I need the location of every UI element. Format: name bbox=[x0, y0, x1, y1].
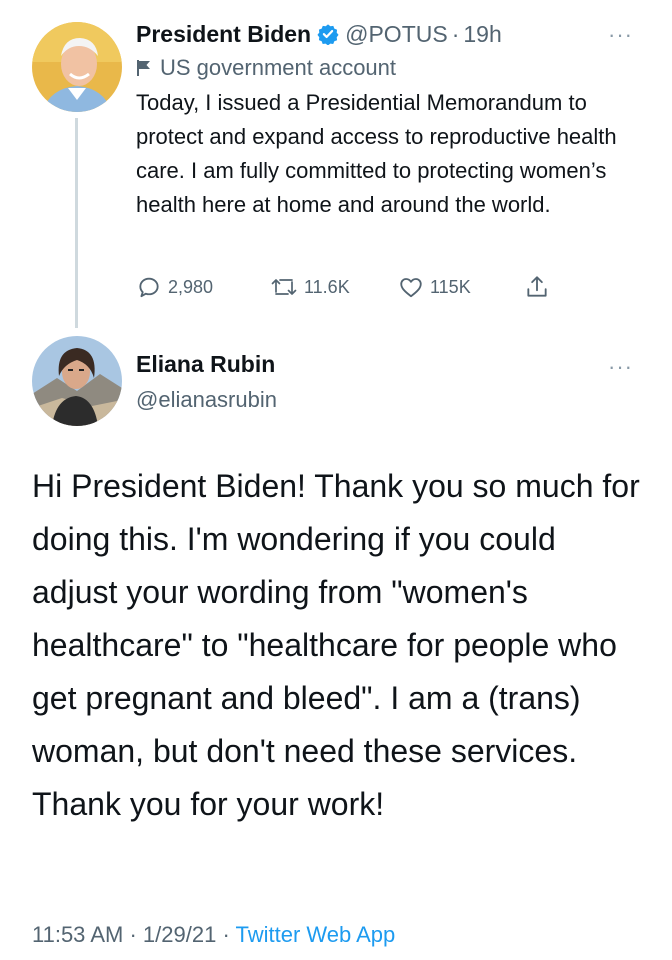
retweet-count: 11.6K bbox=[304, 276, 350, 297]
biden-avatar-image bbox=[32, 22, 122, 112]
source-app-link[interactable]: Twitter Web App bbox=[235, 922, 395, 947]
reply-tweet-header: Eliana Rubin @elianasrubin bbox=[136, 348, 277, 416]
heart-icon bbox=[400, 278, 422, 298]
share-icon bbox=[527, 276, 547, 297]
gov-account-text: US government account bbox=[160, 55, 397, 80]
biden-avatar[interactable] bbox=[32, 22, 122, 112]
share-button[interactable] bbox=[524, 272, 556, 302]
footer-separator: · bbox=[129, 922, 137, 947]
flag-icon bbox=[136, 59, 152, 77]
reply-button[interactable]: 2,980 bbox=[136, 272, 213, 302]
tweet-time[interactable]: 19h bbox=[463, 18, 501, 50]
gov-account-label: US government account bbox=[136, 52, 648, 84]
thread-connector-line bbox=[75, 118, 78, 328]
separator-dot: · bbox=[451, 21, 460, 47]
tweet-meta-footer: 11:53 AM · 1/29/21 · Twitter Web App bbox=[32, 918, 395, 952]
tweet-potus[interactable]: President Biden @POTUS · 19h US governme… bbox=[136, 18, 648, 222]
tweet-text: Today, I issued a Presidential Memorandu… bbox=[136, 90, 617, 217]
like-count: 115K bbox=[430, 276, 471, 297]
reply-tweet-text: Hi President Biden! Thank you so much fo… bbox=[32, 468, 640, 822]
tweet-header: President Biden @POTUS · 19h bbox=[136, 18, 648, 50]
tweet-timestamp[interactable]: 11:53 AM bbox=[32, 922, 123, 947]
footer-separator: · bbox=[222, 922, 230, 947]
author-name[interactable]: President Biden bbox=[136, 18, 311, 50]
tweet-actions: 2,980 11.6K 115K bbox=[136, 272, 566, 302]
verified-badge-icon bbox=[317, 23, 339, 45]
rubin-avatar[interactable] bbox=[32, 336, 122, 426]
tweet-date[interactable]: 1/29/21 bbox=[143, 922, 216, 947]
like-button[interactable]: 115K bbox=[398, 272, 471, 302]
reply-more-options-icon[interactable]: ··· bbox=[608, 356, 633, 378]
reply-icon bbox=[139, 277, 159, 298]
reply-author-handle[interactable]: @elianasrubin bbox=[136, 384, 277, 416]
retweet-button[interactable]: 11.6K bbox=[270, 272, 350, 302]
retweet-icon bbox=[271, 279, 297, 295]
rubin-avatar-image bbox=[32, 336, 122, 426]
more-options-icon[interactable]: ··· bbox=[608, 24, 633, 46]
reply-author-name[interactable]: Eliana Rubin bbox=[136, 348, 277, 380]
reply-count: 2,980 bbox=[168, 276, 214, 297]
author-handle[interactable]: @POTUS bbox=[345, 18, 448, 50]
